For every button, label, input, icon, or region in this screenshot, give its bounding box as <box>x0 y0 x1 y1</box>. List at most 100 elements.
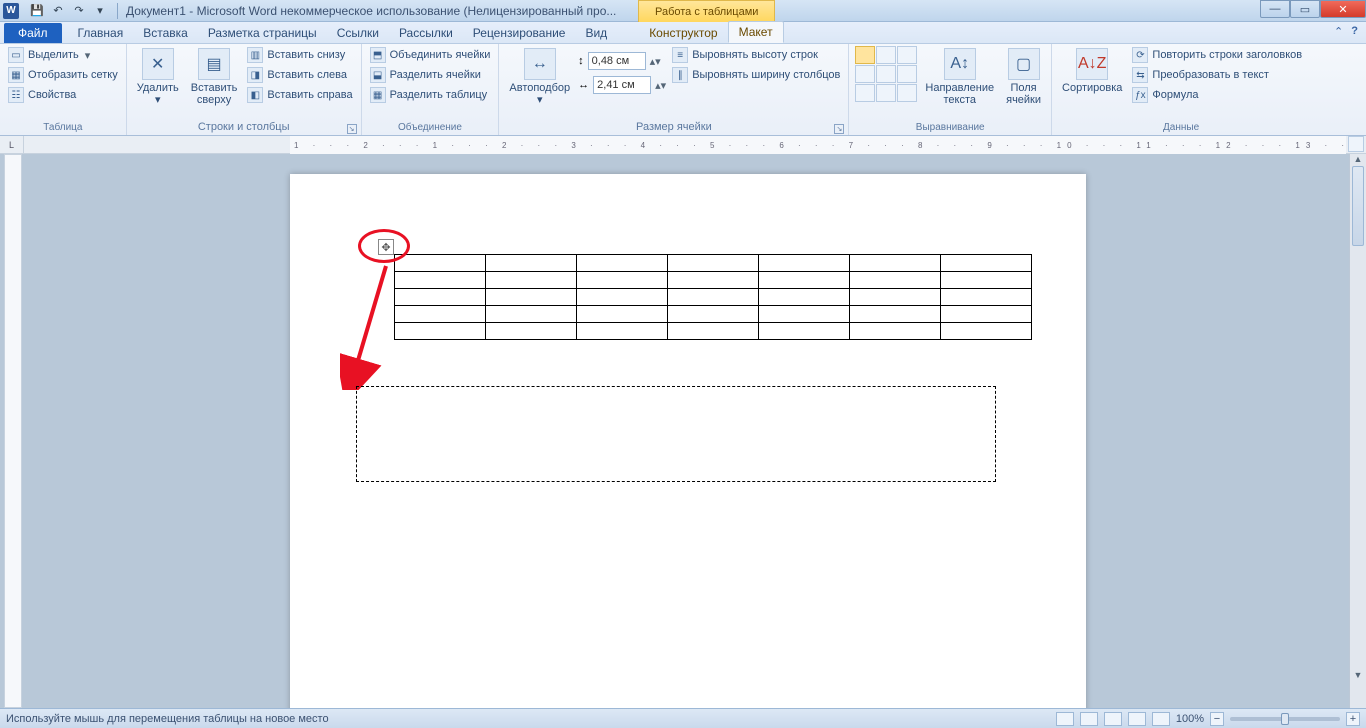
tab-review[interactable]: Рецензирование <box>463 23 576 43</box>
minimize-button[interactable]: — <box>1260 0 1290 18</box>
table-cell[interactable] <box>668 272 759 289</box>
minimize-ribbon-icon[interactable]: ⌃ <box>1334 25 1343 38</box>
insert-right-button[interactable]: ◧Вставить справа <box>245 86 354 104</box>
table-cell[interactable] <box>941 272 1032 289</box>
repeat-header-button[interactable]: ⟳Повторить строки заголовков <box>1130 46 1304 64</box>
table-cell[interactable] <box>941 255 1032 272</box>
table-cell[interactable] <box>486 255 577 272</box>
qat-customize-icon[interactable]: ▾ <box>91 2 109 20</box>
document-table[interactable] <box>394 254 1032 340</box>
table-cell[interactable] <box>668 255 759 272</box>
table-cell[interactable] <box>850 272 941 289</box>
zoom-out-button[interactable]: − <box>1210 712 1224 726</box>
table-cell[interactable] <box>668 289 759 306</box>
zoom-slider[interactable] <box>1230 717 1340 721</box>
col-width-input[interactable] <box>593 76 651 94</box>
tab-home[interactable]: Главная <box>68 23 134 43</box>
sort-button[interactable]: A↓Z Сортировка <box>1058 46 1126 96</box>
scrollbar-thumb[interactable] <box>1352 166 1364 246</box>
distribute-cols-button[interactable]: ∥Выровнять ширину столбцов <box>670 66 842 84</box>
view-web-layout-icon[interactable] <box>1104 712 1122 726</box>
view-full-screen-icon[interactable] <box>1080 712 1098 726</box>
tab-selector[interactable]: L <box>0 136 24 154</box>
align-bot-center[interactable] <box>876 84 896 102</box>
spinner-icon[interactable]: ▴▾ <box>655 79 666 92</box>
table-cell[interactable] <box>850 289 941 306</box>
tab-insert[interactable]: Вставка <box>133 23 198 43</box>
tab-layout[interactable]: Макет <box>728 21 784 43</box>
table-cell[interactable] <box>486 323 577 340</box>
table-cell[interactable] <box>395 289 486 306</box>
table-cell[interactable] <box>850 323 941 340</box>
vertical-ruler[interactable] <box>4 154 22 708</box>
dialog-launcher-icon[interactable]: ↘ <box>347 124 357 134</box>
view-outline-icon[interactable] <box>1128 712 1146 726</box>
properties-button[interactable]: ☷Свойства <box>6 86 120 104</box>
table-cell[interactable] <box>577 272 668 289</box>
tab-references[interactable]: Ссылки <box>327 23 389 43</box>
align-bot-left[interactable] <box>855 84 875 102</box>
table-cell[interactable] <box>395 323 486 340</box>
table-cell[interactable] <box>577 306 668 323</box>
ruler-toggle-icon[interactable] <box>1348 136 1364 152</box>
undo-icon[interactable]: ↶ <box>49 2 67 20</box>
dialog-launcher-icon[interactable]: ↘ <box>834 124 844 134</box>
align-mid-center[interactable] <box>876 65 896 83</box>
align-top-left[interactable] <box>855 46 875 64</box>
view-gridlines-button[interactable]: ▦Отобразить сетку <box>6 66 120 84</box>
tab-mailings[interactable]: Рассылки <box>389 23 463 43</box>
file-tab[interactable]: Файл <box>4 23 62 43</box>
split-cells-button[interactable]: ⬓Разделить ячейки <box>368 66 493 84</box>
document-page[interactable]: ✥ <box>290 174 1086 708</box>
text-direction-button[interactable]: A↕ Направление текста <box>921 46 998 108</box>
align-bot-right[interactable] <box>897 84 917 102</box>
zoom-in-button[interactable]: + <box>1346 712 1360 726</box>
document-viewport[interactable]: ✥ <box>24 154 1348 708</box>
tab-page-layout[interactable]: Разметка страницы <box>198 23 327 43</box>
insert-left-button[interactable]: ◨Вставить слева <box>245 66 354 84</box>
formula-button[interactable]: ƒxФормула <box>1130 86 1304 104</box>
maximize-button[interactable]: ▭ <box>1290 0 1320 18</box>
spinner-icon[interactable]: ▴▾ <box>650 55 661 68</box>
table-cell[interactable] <box>577 323 668 340</box>
table-cell[interactable] <box>486 289 577 306</box>
convert-to-text-button[interactable]: ⇆Преобразовать в текст <box>1130 66 1304 84</box>
table-cell[interactable] <box>759 255 850 272</box>
align-top-center[interactable] <box>876 46 896 64</box>
autofit-button[interactable]: ↔ Автоподбор▾ <box>505 46 574 108</box>
view-draft-icon[interactable] <box>1152 712 1170 726</box>
tab-design[interactable]: Конструктор <box>639 23 727 43</box>
redo-icon[interactable]: ↷ <box>70 2 88 20</box>
table-cell[interactable] <box>850 255 941 272</box>
table-cell[interactable] <box>395 306 486 323</box>
table-cell[interactable] <box>941 323 1032 340</box>
table-cell[interactable] <box>759 272 850 289</box>
merge-cells-button[interactable]: ⬒Объединить ячейки <box>368 46 493 64</box>
help-icon[interactable]: ? <box>1351 25 1358 38</box>
table-cell[interactable] <box>395 272 486 289</box>
table-cell[interactable] <box>759 306 850 323</box>
table-cell[interactable] <box>577 255 668 272</box>
align-mid-left[interactable] <box>855 65 875 83</box>
vertical-scrollbar[interactable]: ▲ ▼ <box>1349 154 1366 708</box>
horizontal-ruler[interactable]: 1 · · · 2 · · · 1 · · · 2 · · · 3 · · · … <box>290 136 1346 154</box>
table-cell[interactable] <box>941 289 1032 306</box>
table-cell[interactable] <box>759 289 850 306</box>
zoom-slider-knob[interactable] <box>1281 713 1289 725</box>
align-mid-right[interactable] <box>897 65 917 83</box>
table-cell[interactable] <box>850 306 941 323</box>
tab-view[interactable]: Вид <box>575 23 617 43</box>
split-table-button[interactable]: ▦Разделить таблицу <box>368 86 493 104</box>
view-print-layout-icon[interactable] <box>1056 712 1074 726</box>
cell-margins-button[interactable]: ▢ Поля ячейки <box>1002 46 1045 108</box>
table-cell[interactable] <box>668 306 759 323</box>
insert-above-button[interactable]: ▤ Вставить сверху <box>187 46 242 108</box>
select-button[interactable]: ▭Выделить▾ <box>6 46 120 64</box>
table-cell[interactable] <box>941 306 1032 323</box>
insert-below-button[interactable]: ▥Вставить снизу <box>245 46 354 64</box>
row-height-input[interactable] <box>588 52 646 70</box>
table-cell[interactable] <box>395 255 486 272</box>
align-top-right[interactable] <box>897 46 917 64</box>
table-cell[interactable] <box>577 289 668 306</box>
table-cell[interactable] <box>486 272 577 289</box>
